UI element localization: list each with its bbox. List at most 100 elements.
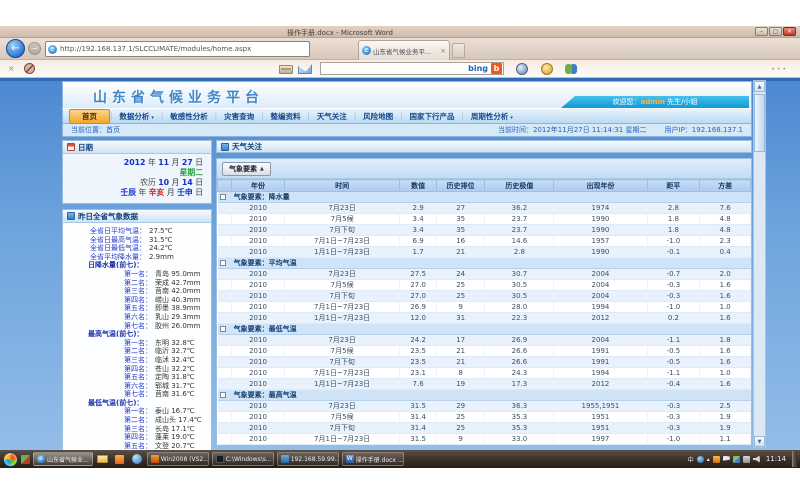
bing-search-button[interactable]: b [491, 63, 502, 74]
table-row[interactable]: 20107月5候27.02530.52004-0.31.6 [218, 280, 751, 291]
table-row[interactable]: 20107月下旬3.43523.719901.84.8 [218, 225, 751, 236]
ranking-value: 泰山 16.7℃ [155, 407, 195, 416]
table-row[interactable]: 20101月1日~7月23日7.61917.32012-0.41.6 [218, 379, 751, 390]
network-icon[interactable] [743, 456, 750, 463]
table-row[interactable]: 20107月23日27.52430.72004-0.72.0 [218, 269, 751, 280]
nav-item-1[interactable]: 首页 [69, 109, 110, 124]
table-row[interactable]: 20107月5候23.52126.61991-0.51.6 [218, 346, 751, 357]
section-checkbox-cell[interactable] [218, 324, 232, 335]
nav-item-4[interactable]: 灾害查询 [217, 110, 261, 123]
table-row[interactable]: 20107月下旬23.52126.61991-0.51.6 [218, 357, 751, 368]
volume-icon[interactable] [753, 456, 760, 463]
section-checkbox-cell[interactable] [218, 192, 232, 203]
taskbar-clock[interactable]: 11:14 [766, 455, 786, 463]
nav-item-3[interactable]: 敏感性分析 [163, 110, 215, 123]
tab-close-icon[interactable]: × [440, 47, 446, 55]
section-checkbox[interactable] [220, 392, 226, 398]
close-button[interactable]: × [783, 27, 796, 36]
table-row[interactable]: 20101月1日~7月23日1.7212.81990-0.10.4 [218, 247, 751, 258]
scrollbar-thumb[interactable] [754, 94, 765, 152]
section-checkbox-cell[interactable] [218, 258, 232, 269]
taskbar-button-5[interactable]: W操作手册.docx ... [342, 452, 404, 466]
ranking-rank-label: 第六名： [66, 313, 152, 322]
climate-data-table: 年份时间数值历史排位历史极值出现年份距平方差气象要素：降水量20107月23日2… [217, 179, 751, 445]
minimize-button[interactable]: – [755, 27, 768, 36]
display-icon[interactable] [733, 456, 740, 463]
taskbar-button-4[interactable]: 192.168.59.99... [277, 452, 339, 466]
tab-title[interactable]: 山东省气候业务平... [373, 46, 438, 56]
stat-label: 全省日最高气温： [66, 236, 146, 245]
taskbar-button-2[interactable]: Win2008 (VS2... [147, 452, 209, 466]
row-checkbox-cell [218, 291, 232, 302]
pinyin-icon[interactable] [697, 456, 704, 463]
table-cell: 1.8 [700, 335, 751, 346]
start-button[interactable] [3, 452, 18, 467]
blocked-indicator-icon[interactable] [24, 63, 35, 74]
table-row[interactable]: 20107月5候31.42535.31951-0.31.9 [218, 412, 751, 423]
scroll-down-icon[interactable]: ▼ [754, 436, 765, 447]
table-row[interactable]: 20107月5候3.43523.719901.84.8 [218, 214, 751, 225]
bing-search-box[interactable]: bing b [320, 62, 504, 75]
toolbar-more-icon[interactable]: ••• [771, 66, 788, 73]
section-header-row: 气象要素：平均气温 [218, 258, 751, 269]
app-taskbar-icon[interactable] [113, 452, 127, 466]
page-scrollbar[interactable]: ▲ ▼ [753, 80, 766, 448]
ranking-rank-label: 第一名： [66, 270, 152, 279]
table-cell: 1955,1951 [554, 401, 647, 412]
scroll-up-icon[interactable]: ▲ [754, 81, 765, 92]
section-checkbox[interactable] [220, 194, 226, 200]
nav-item-7[interactable]: 风险地图 [356, 110, 400, 123]
nav-item-2[interactable]: 数据分析▾ [112, 110, 161, 123]
explorer-taskbar-icon[interactable] [96, 452, 110, 466]
table-row[interactable]: 20107月23日2.92736.219742.87.6 [218, 203, 751, 214]
quick-launch-icon[interactable] [21, 455, 30, 464]
mail-send-icon[interactable] [298, 64, 312, 74]
table-row[interactable]: 20107月下旬31.42535.31951-0.31.9 [218, 423, 751, 434]
table-row[interactable]: 20101月1日~7月23日12.03122.320120.21.6 [218, 313, 751, 324]
taskbar-button-3[interactable]: C:\Windows\s... [212, 452, 274, 466]
table-row[interactable]: 20107月1日~7月23日6.91614.61957-1.02.3 [218, 236, 751, 247]
alerts-bell-icon[interactable] [541, 63, 553, 75]
ranking-rank-label: 第六名： [66, 382, 152, 391]
maximize-button[interactable]: ▢ [769, 27, 782, 36]
camera-icon[interactable] [516, 63, 528, 75]
action-center-flag-icon[interactable] [723, 456, 730, 463]
table-row[interactable]: 20107月下旬27.02530.52004-0.31.6 [218, 291, 751, 302]
nav-item-8[interactable]: 国家下行产品 [403, 110, 462, 123]
wallet-card-icon[interactable] [279, 65, 293, 74]
nav-item-9[interactable]: 周期性分析▾ [464, 110, 520, 123]
section-checkbox[interactable] [220, 326, 226, 332]
toolbar-close-icon[interactable]: × [8, 64, 15, 73]
taskbar-button-1[interactable]: e山东省气候业... [33, 452, 93, 466]
media-player-taskbar-icon[interactable] [130, 452, 144, 466]
table-row[interactable]: 20107月23日31.52936.31955,1951-0.32.5 [218, 401, 751, 412]
address-bar[interactable]: e http://192.168.137.1/SLCCLIMATE/module… [45, 41, 310, 57]
people-icon[interactable] [565, 64, 572, 74]
section-checkbox-cell[interactable] [218, 390, 232, 401]
table-row[interactable]: 20107月1日~7月23日26.9928.01994-1.01.0 [218, 302, 751, 313]
back-button[interactable]: ← [6, 39, 25, 58]
section-checkbox[interactable] [220, 260, 226, 266]
show-desktop-button[interactable] [792, 451, 797, 467]
table-row[interactable]: 20107月1日~7月23日23.1824.31994-1.11.0 [218, 368, 751, 379]
action-center-alert-icon[interactable] [713, 456, 720, 463]
nav-item-6[interactable]: 天气关注 [310, 110, 354, 123]
table-cell: -0.3 [647, 401, 700, 412]
row-checkbox-cell [218, 368, 232, 379]
table-row[interactable]: 20107月23日24.21726.92004-1.11.8 [218, 335, 751, 346]
new-tab-button[interactable] [452, 43, 465, 58]
ime-language-indicator[interactable]: 中 [688, 455, 694, 464]
table-row[interactable]: 20107月1日~7月23日31.5933.01997-1.01.1 [218, 434, 751, 445]
table-cell: 7月5候 [284, 214, 400, 225]
forward-button[interactable]: → [28, 42, 41, 55]
table-cell: 26.6 [485, 346, 554, 357]
tray-expand-icon[interactable]: ▴ [707, 456, 710, 463]
table-cell: 2.9 [400, 203, 436, 214]
ranking-item: 第二名：成山头 17.4℃ [66, 416, 208, 425]
browser-tab[interactable]: e 山东省气候业务平... × [358, 40, 450, 60]
table-cell: 7月下旬 [284, 357, 400, 368]
table-cell: 31.4 [400, 412, 436, 423]
element-filter-button[interactable]: 气象要素 ▲ [222, 162, 271, 176]
url-text[interactable]: http://192.168.137.1/SLCCLIMATE/modules/… [60, 45, 304, 53]
nav-item-5[interactable]: 整编资料 [263, 110, 307, 123]
